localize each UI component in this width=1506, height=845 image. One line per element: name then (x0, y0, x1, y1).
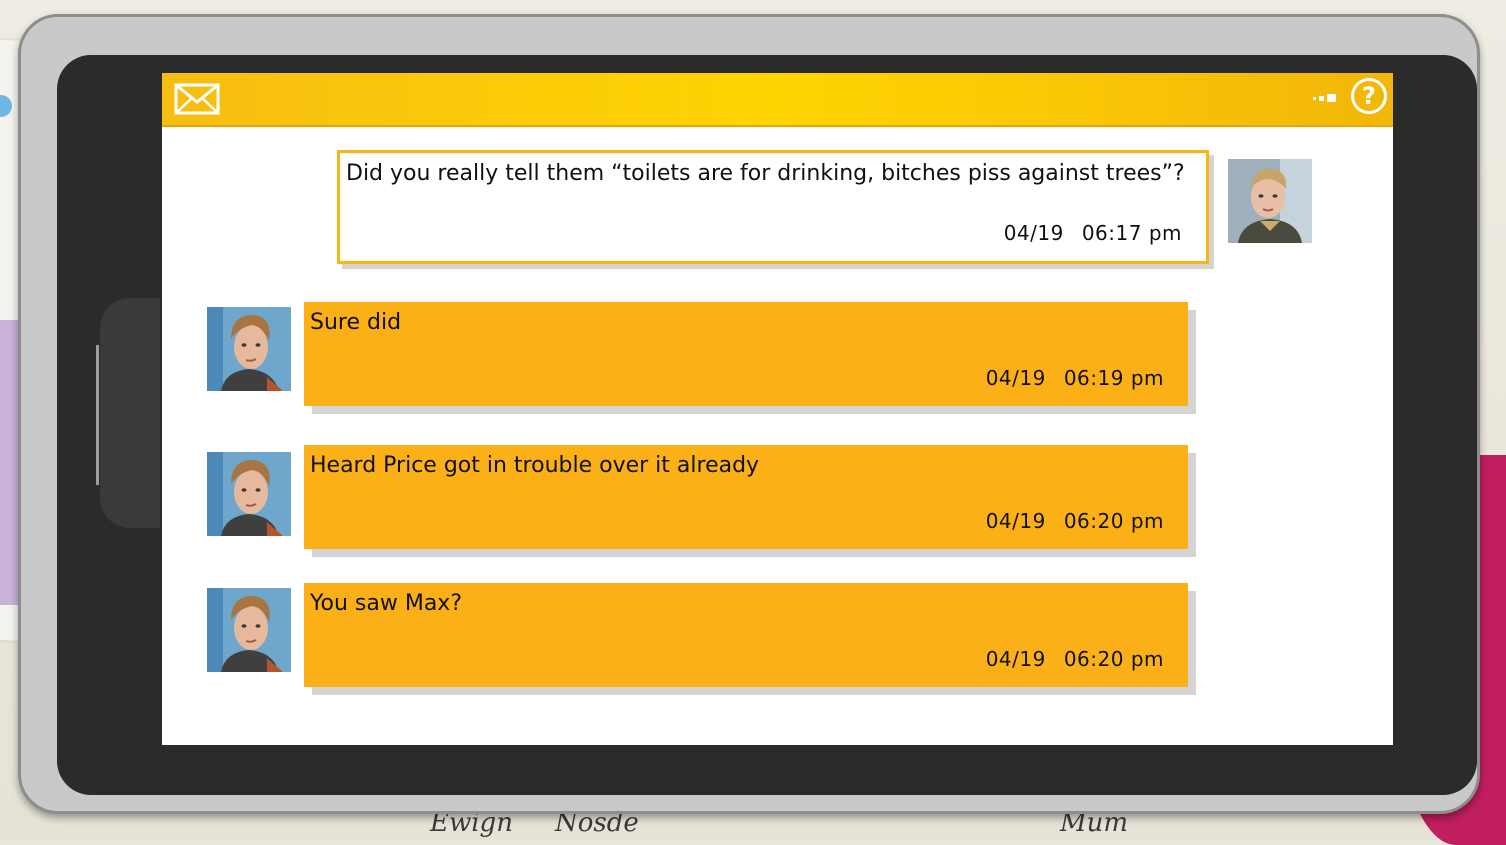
signal-icon (1313, 94, 1336, 102)
avatar-portrait-icon (207, 452, 291, 536)
contact-avatar-sender (1228, 159, 1312, 243)
message-time: 06:20 pm (1063, 509, 1164, 533)
message-bubble-incoming: Heard Price got in trouble over it alrea… (304, 445, 1188, 549)
message-date: 04/19 (985, 366, 1046, 390)
phone-camera-bump (100, 298, 160, 528)
contact-avatar (207, 588, 291, 672)
contact-avatar (207, 452, 291, 536)
message-text: Sure did (310, 310, 402, 335)
avatar-portrait-icon (1228, 159, 1312, 243)
message-date: 04/19 (1003, 221, 1064, 245)
message-timestamp: 04/19 06:17 pm (1004, 221, 1182, 245)
avatar-portrait-icon (207, 307, 291, 391)
mail-icon[interactable] (174, 83, 220, 115)
phone-side-button (96, 345, 99, 485)
message-bubble-incoming: You saw Max? 04/19 06:20 pm (304, 583, 1188, 687)
help-icon[interactable]: ? (1351, 78, 1387, 114)
sms-header-bar: ? (162, 73, 1393, 127)
message-bubble-outgoing: Did you really tell them “toilets are fo… (337, 150, 1209, 264)
message-timestamp: 04/19 06:20 pm (986, 509, 1164, 533)
message-text: You saw Max? (310, 591, 463, 616)
message-date: 04/19 (985, 647, 1046, 671)
contact-avatar (207, 307, 291, 391)
message-timestamp: 04/19 06:19 pm (986, 366, 1164, 390)
message-text: Heard Price got in trouble over it alrea… (310, 453, 760, 478)
message-time: 06:19 pm (1063, 366, 1164, 390)
message-bubble-incoming: Sure did 04/19 06:19 pm (304, 302, 1188, 406)
message-time: 06:20 pm (1063, 647, 1164, 671)
avatar-portrait-icon (207, 588, 291, 672)
sms-screen: ? Did you really tell them “toilets are … (162, 73, 1393, 745)
message-time: 06:17 pm (1081, 221, 1182, 245)
message-date: 04/19 (985, 509, 1046, 533)
message-text: Did you really tell them “toilets are fo… (346, 161, 1185, 186)
message-timestamp: 04/19 06:20 pm (986, 647, 1164, 671)
